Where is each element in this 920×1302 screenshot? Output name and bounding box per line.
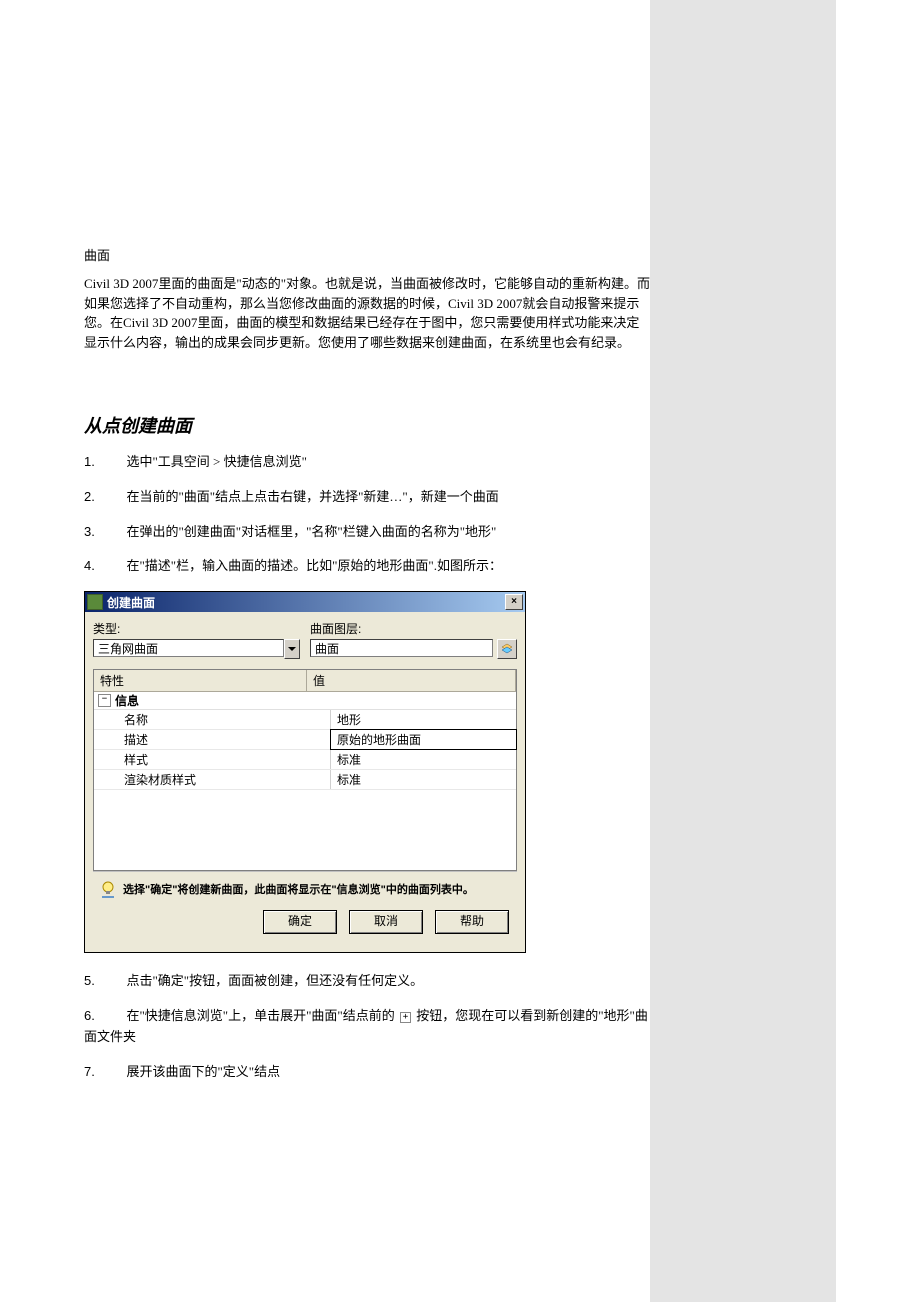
hint-text: 选择"确定"将创建新曲面，此曲面将显示在"信息浏览"中的曲面列表中。 bbox=[123, 881, 474, 897]
grid-row-style[interactable]: 样式 标准 bbox=[94, 750, 516, 770]
hint-bar: 选择"确定"将创建新曲面，此曲面将显示在"信息浏览"中的曲面列表中。 bbox=[93, 871, 517, 906]
grid-header-value: 值 bbox=[307, 670, 516, 691]
lightbulb-icon bbox=[99, 880, 117, 898]
plus-icon: + bbox=[400, 1012, 411, 1023]
step-7: 展开该曲面下的"定义"结点 bbox=[84, 1062, 650, 1083]
app-icon bbox=[87, 594, 103, 610]
chevron-down-icon[interactable] bbox=[284, 639, 300, 659]
cancel-button[interactable]: 取消 bbox=[349, 910, 423, 934]
step-4: 在"描述"栏，输入曲面的描述。比如"原始的地形曲面".如图所示： bbox=[84, 556, 650, 577]
step-1: 选中"工具空间 > 快捷信息浏览" bbox=[84, 452, 650, 473]
page-margin bbox=[650, 0, 836, 1302]
layer-picker-button[interactable] bbox=[497, 639, 517, 659]
ok-button[interactable]: 确定 bbox=[263, 910, 337, 934]
grid-row-render-style[interactable]: 渲染材质样式 标准 bbox=[94, 770, 516, 790]
grid-row-name[interactable]: 名称 地形 bbox=[94, 710, 516, 730]
step-6: 在"快捷信息浏览"上，单击展开"曲面"结点前的 + 按钮，您现在可以看到新创建的… bbox=[84, 1006, 650, 1048]
property-grid: 特性 值 − 信息 名称 地形 描述 原始的地形曲面 bbox=[93, 669, 517, 871]
help-button[interactable]: 帮助 bbox=[435, 910, 509, 934]
close-icon[interactable]: × bbox=[505, 594, 523, 610]
steps-list-bottom: 点击"确定"按钮，面面被创建，但还没有任何定义。 在"快捷信息浏览"上，单击展开… bbox=[84, 971, 650, 1082]
step-2: 在当前的"曲面"结点上点击右键，并选择"新建…"，新建一个曲面 bbox=[84, 487, 650, 508]
collapse-icon[interactable]: − bbox=[98, 694, 111, 707]
type-value: 三角网曲面 bbox=[93, 639, 284, 657]
type-combobox[interactable]: 三角网曲面 bbox=[93, 639, 300, 659]
grid-blank-area bbox=[94, 790, 516, 870]
grid-group-info[interactable]: − 信息 bbox=[94, 692, 516, 710]
layer-value[interactable]: 曲面 bbox=[310, 639, 493, 657]
grid-row-description[interactable]: 描述 原始的地形曲面 bbox=[94, 730, 516, 750]
section-label: 曲面 bbox=[84, 245, 650, 264]
step-3: 在弹出的"创建曲面"对话框里，"名称"栏键入曲面的名称为"地形" bbox=[84, 522, 650, 543]
step-5: 点击"确定"按钮，面面被创建，但还没有任何定义。 bbox=[84, 971, 650, 992]
create-surface-dialog: 创建曲面 × 类型: 三角网曲面 曲面图层: 曲面 bbox=[84, 591, 526, 953]
dialog-titlebar: 创建曲面 × bbox=[85, 592, 525, 612]
dialog-title: 创建曲面 bbox=[107, 594, 505, 611]
type-label: 类型: bbox=[93, 620, 300, 637]
grid-header-property: 特性 bbox=[94, 670, 307, 691]
intro-paragraph: Civil 3D 2007里面的曲面是"动态的"对象。也就是说，当曲面被修改时，… bbox=[84, 274, 650, 352]
steps-list-top: 选中"工具空间 > 快捷信息浏览" 在当前的"曲面"结点上点击右键，并选择"新建… bbox=[84, 452, 650, 577]
layer-label: 曲面图层: bbox=[310, 620, 517, 637]
heading-create-surface: 从点创建曲面 bbox=[84, 412, 650, 438]
